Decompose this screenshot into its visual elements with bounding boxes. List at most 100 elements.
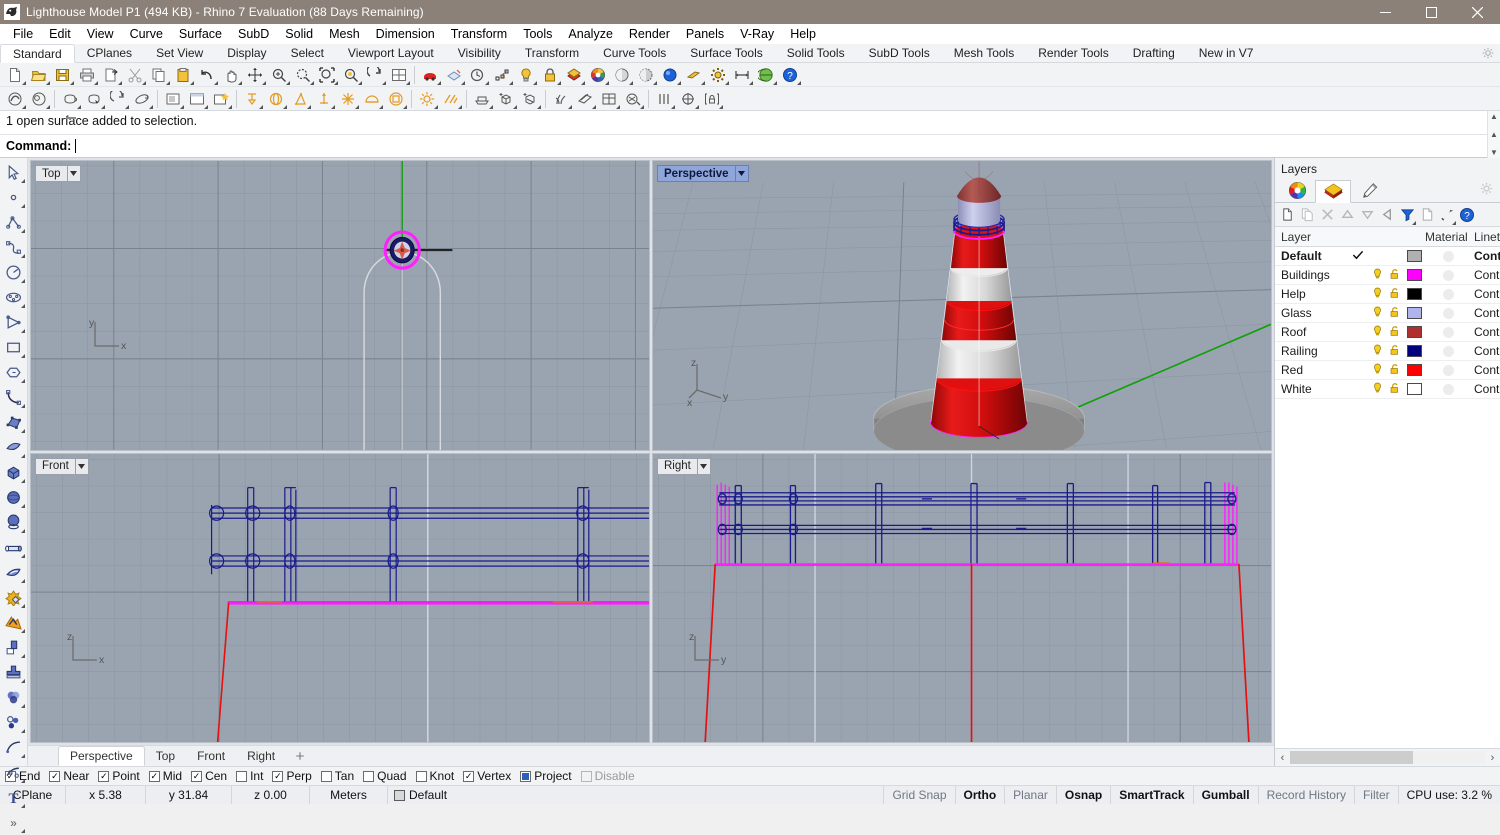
extrude-icon[interactable] bbox=[312, 88, 336, 110]
render-preview-icon[interactable] bbox=[634, 64, 658, 86]
layer-color-swatch[interactable] bbox=[1403, 326, 1425, 338]
layer-color-swatch[interactable] bbox=[1403, 269, 1425, 281]
status-toggle-smarttrack[interactable]: SmartTrack bbox=[1111, 786, 1194, 804]
clock-history-icon[interactable] bbox=[466, 64, 490, 86]
status-toggle-record-history[interactable]: Record History bbox=[1259, 786, 1355, 804]
layer-tool-move-up-icon[interactable] bbox=[1337, 204, 1357, 226]
light-bulb-icon[interactable] bbox=[514, 64, 538, 86]
scroll-left-icon[interactable]: ‹ bbox=[1275, 752, 1290, 764]
toolbar-tab-select[interactable]: Select bbox=[279, 44, 336, 62]
text-icon[interactable]: T bbox=[1, 785, 27, 810]
layer-lock-icon[interactable] bbox=[1386, 287, 1403, 302]
move-icon[interactable] bbox=[243, 64, 267, 86]
fillet-icon[interactable] bbox=[1, 635, 27, 660]
orbit-icon[interactable] bbox=[130, 88, 154, 110]
menu-item-panels[interactable]: Panels bbox=[678, 25, 732, 43]
menu-item-transform[interactable]: Transform bbox=[443, 25, 516, 43]
pan-hand-icon[interactable] bbox=[219, 64, 243, 86]
layer-color-swatch[interactable] bbox=[1403, 250, 1425, 262]
cap-icon[interactable] bbox=[360, 88, 384, 110]
menu-item-subd[interactable]: SubD bbox=[230, 25, 277, 43]
status-toggle-osnap[interactable]: Osnap bbox=[1057, 786, 1112, 804]
gear-icon[interactable] bbox=[1482, 44, 1500, 62]
cone-icon[interactable] bbox=[288, 88, 312, 110]
layer-material-swatch[interactable] bbox=[1425, 250, 1471, 262]
clipping-plane-icon[interactable] bbox=[682, 64, 706, 86]
viewport-front[interactable]: z x Front bbox=[30, 452, 650, 743]
paint-bucket-icon[interactable] bbox=[621, 88, 645, 110]
point-edit-icon[interactable] bbox=[490, 64, 514, 86]
layer-visibility-bulb-icon[interactable] bbox=[1369, 268, 1386, 283]
copy-icon[interactable] bbox=[147, 64, 171, 86]
layer-row[interactable]: Railing Conti bbox=[1275, 342, 1500, 361]
viewport-tab-top[interactable]: Top bbox=[145, 746, 186, 766]
toolbar-tab-curve-tools[interactable]: Curve Tools bbox=[591, 44, 678, 62]
surface-edit-icon[interactable] bbox=[1, 560, 27, 585]
toolbar-tab-render-tools[interactable]: Render Tools bbox=[1026, 44, 1121, 62]
rendered-view-icon[interactable] bbox=[27, 88, 51, 110]
paste-icon[interactable] bbox=[171, 64, 195, 86]
viewport-right[interactable]: z y Right bbox=[652, 452, 1272, 743]
menu-item-analyze[interactable]: Analyze bbox=[560, 25, 620, 43]
layer-color-swatch[interactable] bbox=[1403, 307, 1425, 319]
layer-linetype[interactable]: Conti bbox=[1471, 363, 1500, 377]
control-points-icon[interactable] bbox=[1, 410, 27, 435]
toolbar-tab-visibility[interactable]: Visibility bbox=[446, 44, 513, 62]
table-icon[interactable] bbox=[597, 88, 621, 110]
checkbox[interactable] bbox=[580, 770, 592, 782]
layer-material-swatch[interactable] bbox=[1425, 345, 1471, 357]
status-toggle-ortho[interactable]: Ortho bbox=[956, 786, 1006, 804]
panel-options-gear-icon[interactable] bbox=[1480, 182, 1500, 202]
layer-material-swatch[interactable] bbox=[1425, 269, 1471, 281]
lock-icon[interactable] bbox=[538, 64, 562, 86]
layer-tool-move-left-icon[interactable] bbox=[1377, 204, 1397, 226]
layer-tool-duplicate-layer-icon[interactable] bbox=[1297, 204, 1317, 226]
menu-item-file[interactable]: File bbox=[5, 25, 41, 43]
minimize-button[interactable] bbox=[1362, 0, 1408, 24]
scroll-thumb[interactable] bbox=[1290, 751, 1413, 764]
layers-tab[interactable] bbox=[1315, 180, 1351, 203]
checkbox[interactable]: ✓ bbox=[272, 770, 284, 782]
menu-item-render[interactable]: Render bbox=[621, 25, 678, 43]
menu-item-curve[interactable]: Curve bbox=[122, 25, 171, 43]
sun-icon[interactable] bbox=[415, 88, 439, 110]
print-icon[interactable] bbox=[75, 64, 99, 86]
lock-bracket-icon[interactable] bbox=[700, 88, 724, 110]
osnap-project[interactable]: Project bbox=[520, 769, 572, 783]
export-icon[interactable] bbox=[99, 64, 123, 86]
checkbox[interactable]: ✓ bbox=[191, 770, 203, 782]
command-line[interactable]: Command: bbox=[0, 135, 1500, 157]
status-toggle-grid-snap[interactable]: Grid Snap bbox=[884, 786, 956, 804]
layer-color-swatch[interactable] bbox=[1403, 364, 1425, 376]
toolbar-tab-mesh-tools[interactable]: Mesh Tools bbox=[942, 44, 1026, 62]
layer-visibility-bulb-icon[interactable] bbox=[1369, 306, 1386, 321]
surface-from-planar-icon[interactable] bbox=[240, 88, 264, 110]
offset-icon[interactable] bbox=[1, 660, 27, 685]
color-wheel-icon[interactable] bbox=[586, 64, 610, 86]
block-edit-icon[interactable] bbox=[518, 88, 542, 110]
menu-item-help[interactable]: Help bbox=[782, 25, 824, 43]
layer-row[interactable]: Help Conti bbox=[1275, 285, 1500, 304]
menu-item-surface[interactable]: Surface bbox=[171, 25, 230, 43]
status-units[interactable]: Meters bbox=[310, 786, 388, 804]
shaded-view-icon[interactable] bbox=[3, 88, 27, 110]
layer-linetype[interactable]: Cont bbox=[1471, 249, 1500, 263]
new-panel-icon[interactable] bbox=[209, 88, 233, 110]
layer-material-swatch[interactable] bbox=[1425, 307, 1471, 319]
sphere-icon[interactable] bbox=[1, 485, 27, 510]
command-scroll-down-icon[interactable]: ▼ bbox=[1488, 147, 1500, 158]
chevron-down-icon[interactable] bbox=[66, 166, 80, 181]
chevron-down-icon[interactable] bbox=[734, 166, 748, 181]
toolbar-tab-standard[interactable]: Standard bbox=[0, 44, 75, 63]
surface-icon[interactable] bbox=[1, 435, 27, 460]
curve-from-object-icon[interactable] bbox=[1, 735, 27, 760]
menu-item-tools[interactable]: Tools bbox=[515, 25, 560, 43]
point-icon[interactable] bbox=[1, 185, 27, 210]
command-pin-icon[interactable] bbox=[64, 110, 78, 119]
dimension-icon[interactable] bbox=[730, 64, 754, 86]
material-icon[interactable] bbox=[573, 88, 597, 110]
checkbox[interactable]: ✓ bbox=[49, 770, 61, 782]
layer-lock-icon[interactable] bbox=[1386, 268, 1403, 283]
layer-tool-layer-sheet-icon[interactable] bbox=[1417, 204, 1437, 226]
status-current-layer[interactable]: Default bbox=[388, 786, 885, 804]
